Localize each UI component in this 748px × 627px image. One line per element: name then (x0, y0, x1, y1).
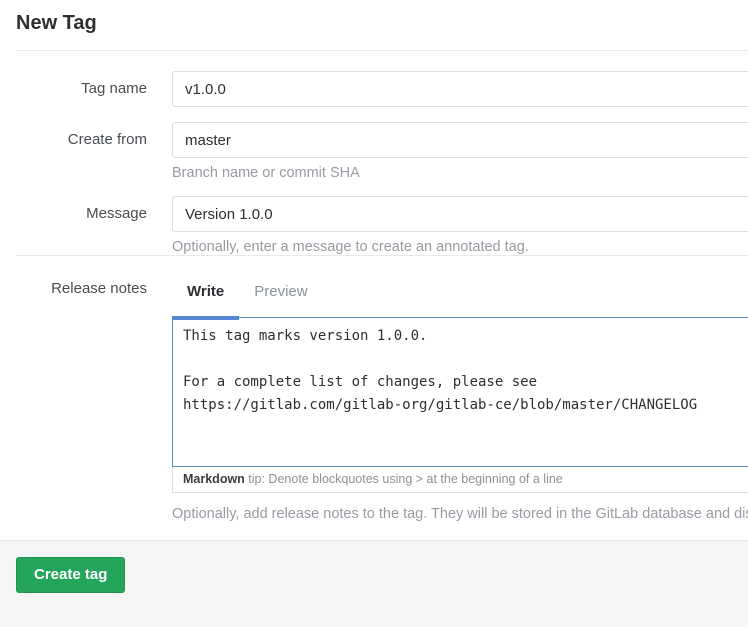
tag-name-input[interactable] (172, 71, 748, 107)
message-row: Message Optionally, enter a message to c… (16, 196, 748, 255)
message-label: Message (16, 196, 147, 255)
message-help: Optionally, enter a message to create an… (172, 239, 748, 255)
create-tag-button[interactable]: Create tag (16, 557, 125, 593)
tab-preview[interactable]: Preview (239, 270, 322, 320)
markdown-tabs: Write Preview (172, 270, 748, 317)
tag-name-label: Tag name (16, 71, 147, 107)
tag-name-field-col (172, 71, 748, 107)
message-field-col: Optionally, enter a message to create an… (172, 196, 748, 255)
markdown-link[interactable]: Markdown (183, 472, 245, 486)
markdown-toolbar: Markdown tip: Denote blockquotes using >… (172, 467, 748, 493)
create-from-help: Branch name or commit SHA (172, 165, 748, 181)
create-from-row: Create from Branch name or commit SHA (16, 122, 748, 181)
create-from-label: Create from (16, 122, 147, 181)
section-divider (16, 255, 748, 256)
create-from-field-col: Branch name or commit SHA (172, 122, 748, 181)
new-tag-page: New Tag Tag name Create from Branch name… (0, 0, 748, 627)
new-tag-form: Tag name Create from Branch name or comm… (0, 51, 748, 627)
release-notes-row: Release notes Write Preview This tag mar… (16, 270, 748, 522)
release-notes-label: Release notes (16, 270, 147, 522)
markdown-tip-text: tip: Denote blockquotes using > at the b… (245, 472, 563, 486)
form-actions: Create tag (0, 540, 748, 627)
tab-write[interactable]: Write (172, 270, 239, 320)
tag-name-row: Tag name (16, 71, 748, 107)
release-notes-field-col: Write Preview This tag marks version 1.0… (172, 270, 748, 522)
message-input[interactable] (172, 196, 748, 232)
page-canvas: New Tag Tag name Create from Branch name… (0, 12, 748, 627)
release-notes-help: Optionally, add release notes to the tag… (172, 506, 748, 522)
release-notes-textarea[interactable]: This tag marks version 1.0.0. For a comp… (172, 317, 748, 467)
create-from-input[interactable] (172, 122, 748, 158)
page-title: New Tag (16, 12, 748, 35)
